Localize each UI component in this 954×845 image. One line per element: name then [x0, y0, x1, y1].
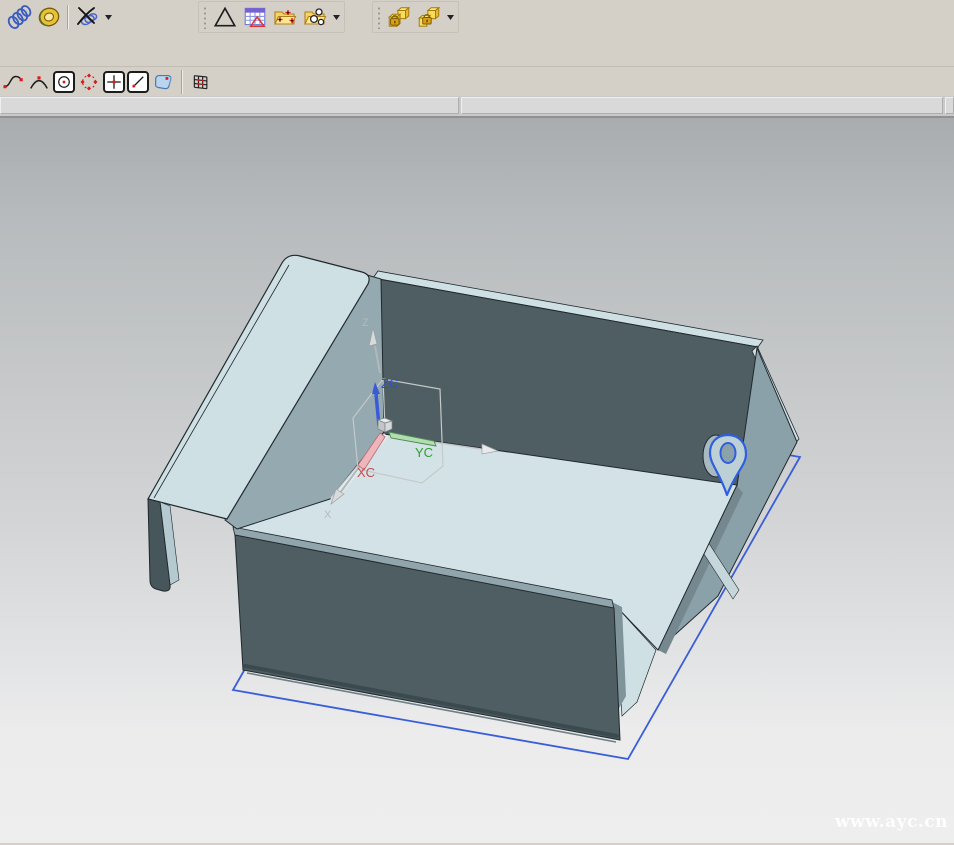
- spreadsheet-tool-button[interactable]: [241, 3, 269, 31]
- lock-tool-button[interactable]: [385, 3, 413, 31]
- circles-folder-icon: [302, 4, 328, 30]
- point-on-curve-snap-icon: [129, 72, 147, 92]
- toolbar-separator: [67, 5, 69, 29]
- cut-spring-tool-button[interactable]: [73, 3, 101, 31]
- cue-bar: [0, 96, 954, 116]
- toolbar-grip[interactable]: [376, 5, 381, 29]
- end-point-snap-icon: [2, 71, 24, 93]
- point-on-curve-snap-button[interactable]: [127, 71, 149, 93]
- group-circles-tool-button[interactable]: [301, 3, 329, 31]
- quadrant-point-snap-button[interactable]: [77, 70, 101, 94]
- snap-toolbar-row: [0, 66, 954, 97]
- lug-hole: [721, 443, 736, 463]
- grid-point-snap-icon: [191, 72, 211, 92]
- toolbar-area: [0, 0, 954, 96]
- datum-z-label: Z: [362, 317, 369, 329]
- quadrant-point-snap-icon: [78, 71, 100, 93]
- center-point-snap-icon: [55, 72, 73, 92]
- mid-point-snap-icon: [28, 71, 50, 93]
- toolbar-separator: [181, 70, 183, 94]
- point-on-face-snap-button[interactable]: [151, 70, 175, 94]
- cut-spring-icon: [74, 4, 100, 30]
- cue-message-panel: [0, 97, 459, 114]
- graphics-viewport[interactable]: Z X ZC YC XC www.ayc.cn: [0, 116, 954, 843]
- intersection-point-snap-button[interactable]: [103, 71, 125, 93]
- grid-point-snap-button[interactable]: [189, 70, 213, 94]
- locked-boxes-icon: [386, 4, 412, 30]
- point-on-face-snap-icon: [151, 71, 175, 93]
- spring-icon: [6, 4, 32, 30]
- lock-alt-tool-button[interactable]: [415, 3, 443, 31]
- coil-icon: [36, 4, 62, 30]
- dropdown-arrow[interactable]: [331, 4, 341, 30]
- dropdown-arrow[interactable]: [445, 4, 455, 30]
- center-point-snap-button[interactable]: [53, 71, 75, 93]
- triangle-tool-button[interactable]: [211, 3, 239, 31]
- wcs-yc-label: YC: [415, 445, 433, 460]
- sheet-metal-part[interactable]: [148, 255, 799, 742]
- status-message-panel: [461, 97, 943, 114]
- watermark: www.ayc.cn: [835, 812, 948, 832]
- locked-boxes-alt-icon: [416, 4, 442, 30]
- wcs-zc-label: ZC: [381, 376, 398, 391]
- intersection-point-snap-icon: [105, 72, 123, 92]
- spring-tool-button[interactable]: [5, 3, 33, 31]
- datum-x-label: X: [324, 509, 332, 521]
- mid-point-snap-button[interactable]: [27, 70, 51, 94]
- spreadsheet-icon: [242, 4, 268, 30]
- dropdown-arrow[interactable]: [103, 4, 113, 30]
- triangle-icon: [212, 4, 238, 30]
- top-toolbar-row: [0, 0, 954, 34]
- wcs-xc-label: XC: [357, 465, 375, 480]
- model-canvas: Z X ZC YC XC: [0, 118, 954, 845]
- toolbar-grip[interactable]: [202, 5, 207, 29]
- toolbar-group-spring-tools: [0, 1, 117, 33]
- point-set-tool-button[interactable]: [271, 3, 299, 31]
- coil-tool-button[interactable]: [35, 3, 63, 31]
- cue-bar-stub: [945, 97, 954, 114]
- toolbar-group-analysis-tools: [198, 1, 345, 33]
- point-set-folder-icon: [272, 4, 298, 30]
- wcs-origin-cube: [378, 418, 392, 432]
- toolbar-group-lock-tools: [372, 1, 459, 33]
- end-point-snap-button[interactable]: [1, 70, 25, 94]
